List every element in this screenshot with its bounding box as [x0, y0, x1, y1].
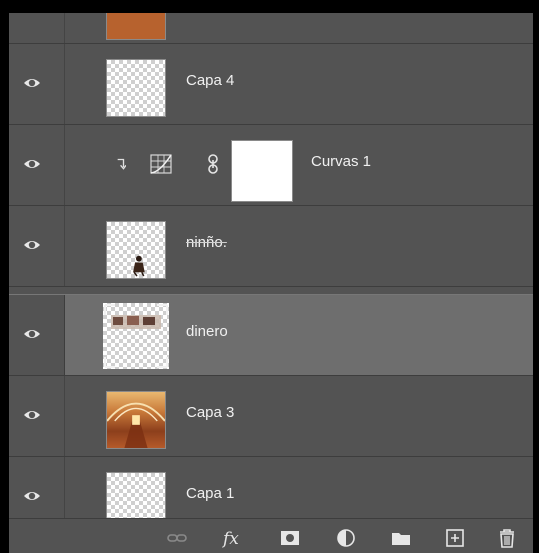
eye-icon[interactable] [23, 327, 41, 341]
curves-adjustment-icon [150, 154, 172, 174]
layer-row-dinero[interactable]: dinero [9, 294, 533, 376]
layer-row-ninno[interactable]: ninño. [9, 206, 533, 287]
layer-mask-thumbnail[interactable] [231, 140, 293, 202]
svg-text:fx: fx [222, 529, 239, 549]
color-fill-thumbnail [106, 13, 166, 40]
layer-thumbnail [106, 59, 166, 117]
layer-row-curvas-1[interactable]: Curvas 1 [9, 125, 533, 206]
eye-icon[interactable] [23, 489, 41, 503]
adjustment-layer-icon[interactable] [335, 527, 357, 549]
new-layer-icon[interactable] [444, 527, 466, 549]
cathedral-image [107, 402, 165, 448]
layer-name[interactable]: Capa 3 [186, 404, 234, 421]
layer-thumbnail [106, 221, 166, 279]
link-layers-icon[interactable] [166, 527, 188, 549]
mask-link-icon[interactable] [208, 154, 218, 174]
visibility-column [9, 125, 65, 205]
layers-panel: Capa 4 Curvas 1 ninño. dinero Capa 3 Cap… [9, 13, 533, 553]
eye-icon[interactable] [23, 157, 41, 171]
trash-icon[interactable] [496, 527, 518, 549]
eye-icon[interactable] [23, 76, 41, 90]
eye-icon[interactable] [23, 408, 41, 422]
fx-icon[interactable]: fx [222, 527, 244, 549]
layer-row-color-fill[interactable] [9, 13, 533, 44]
eye-icon[interactable] [23, 238, 41, 252]
group-folder-icon[interactable] [390, 527, 412, 549]
visibility-column [9, 206, 65, 286]
money-image [104, 304, 168, 368]
layer-name[interactable]: ninño. [186, 234, 227, 251]
child-figure-image [133, 255, 145, 277]
layer-name[interactable]: Capa 4 [186, 72, 234, 89]
layers-footer-toolbar: fx [9, 518, 533, 553]
visibility-column [9, 295, 65, 375]
clipping-arrow-icon [117, 158, 126, 170]
visibility-column [9, 376, 65, 456]
layer-name[interactable]: Curvas 1 [311, 153, 371, 170]
layer-row-capa-3[interactable]: Capa 3 [9, 376, 533, 457]
visibility-column [9, 13, 65, 43]
add-mask-icon[interactable] [279, 527, 301, 549]
layer-name[interactable]: Capa 1 [186, 485, 234, 502]
smart-object-thumbnail [103, 303, 169, 369]
photo-thumbnail [106, 391, 166, 449]
layer-name[interactable]: dinero [186, 323, 228, 340]
layer-row-capa-4[interactable]: Capa 4 [9, 44, 533, 125]
visibility-column [9, 44, 65, 124]
